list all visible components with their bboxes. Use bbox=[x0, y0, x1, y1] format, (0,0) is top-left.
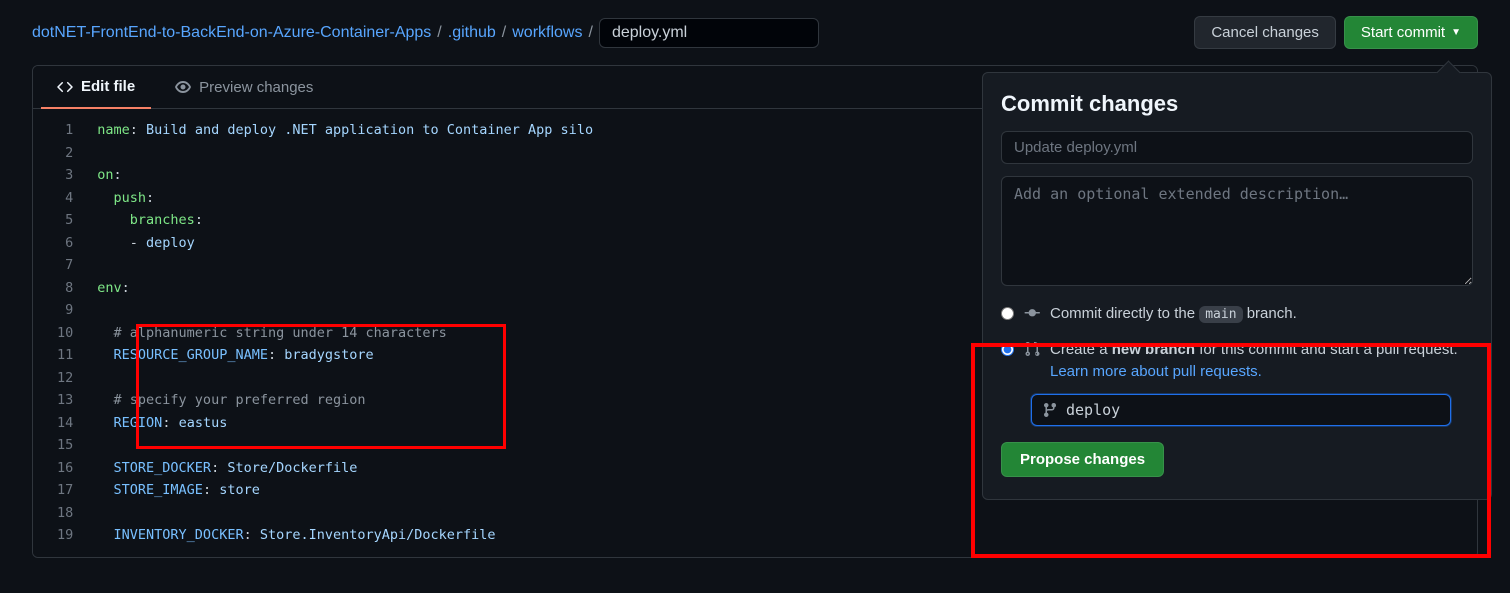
radio-commit-direct[interactable] bbox=[1001, 307, 1014, 320]
breadcrumb-sep: / bbox=[437, 24, 441, 42]
learn-more-link[interactable]: Learn more about pull requests. bbox=[1050, 363, 1262, 380]
option-commit-direct[interactable]: Commit directly to the main branch. bbox=[1001, 303, 1473, 329]
breadcrumb-sep: / bbox=[502, 24, 506, 42]
tab-preview-label: Preview changes bbox=[199, 79, 313, 96]
code-icon bbox=[57, 79, 73, 95]
cancel-changes-button[interactable]: Cancel changes bbox=[1194, 16, 1336, 49]
commit-panel-title: Commit changes bbox=[1001, 91, 1473, 117]
commit-panel: Commit changes Commit directly to the ma… bbox=[982, 72, 1492, 500]
radio-new-branch[interactable] bbox=[1001, 343, 1014, 356]
commit-summary-input[interactable] bbox=[1001, 131, 1473, 164]
option-new-branch-text: Create a new branch for this commit and … bbox=[1050, 339, 1473, 384]
option-commit-direct-text: Commit directly to the main branch. bbox=[1050, 303, 1297, 326]
main-branch-badge: main bbox=[1199, 306, 1242, 323]
propose-changes-button[interactable]: Propose changes bbox=[1001, 442, 1164, 477]
git-commit-icon bbox=[1024, 305, 1040, 329]
caret-down-icon: ▼ bbox=[1451, 27, 1461, 38]
breadcrumb-repo[interactable]: dotNET-FrontEnd-to-BackEnd-on-Azure-Cont… bbox=[32, 24, 431, 42]
option-new-branch[interactable]: Create a new branch for this commit and … bbox=[1001, 339, 1473, 384]
topbar: dotNET-FrontEnd-to-BackEnd-on-Azure-Cont… bbox=[0, 0, 1510, 65]
start-commit-label: Start commit bbox=[1361, 24, 1445, 41]
line-gutter: 12345678910111213141516171819 bbox=[33, 109, 85, 557]
breadcrumb-seg-workflows[interactable]: workflows bbox=[512, 24, 582, 42]
tab-preview-changes[interactable]: Preview changes bbox=[159, 67, 329, 108]
commit-description-textarea[interactable] bbox=[1001, 176, 1473, 286]
start-commit-button[interactable]: Start commit ▼ bbox=[1344, 16, 1478, 49]
git-pull-request-icon bbox=[1024, 341, 1040, 365]
branch-name-input-wrap[interactable] bbox=[1031, 394, 1451, 426]
breadcrumb-seg-github[interactable]: .github bbox=[448, 24, 496, 42]
tab-edit-file[interactable]: Edit file bbox=[41, 66, 151, 109]
eye-icon bbox=[175, 79, 191, 95]
filename-input[interactable] bbox=[599, 18, 819, 48]
tab-edit-label: Edit file bbox=[81, 78, 135, 95]
breadcrumb: dotNET-FrontEnd-to-BackEnd-on-Azure-Cont… bbox=[32, 18, 1186, 48]
branch-name-input[interactable] bbox=[1066, 401, 1440, 419]
git-branch-icon bbox=[1042, 402, 1058, 418]
breadcrumb-sep: / bbox=[588, 24, 592, 42]
